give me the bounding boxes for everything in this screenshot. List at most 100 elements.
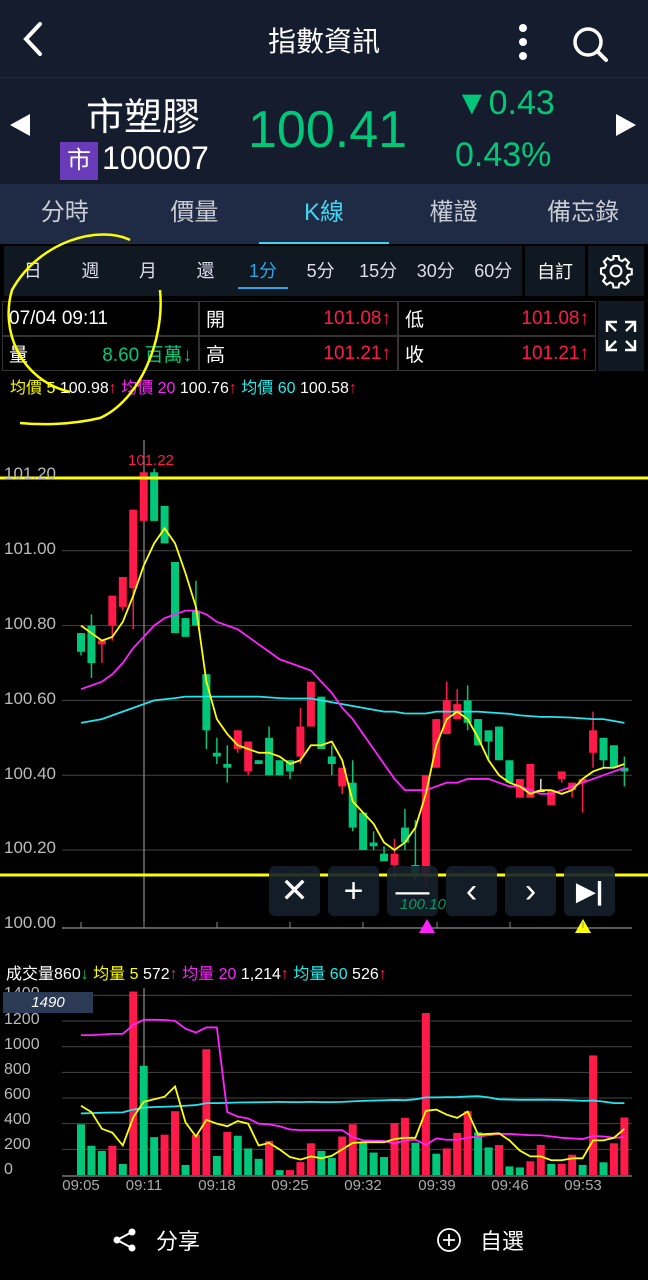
vma60-value: 526 [352, 966, 379, 983]
close-drawing-button[interactable]: ✕ [269, 866, 320, 916]
candle [160, 505, 169, 544]
zoom-in-button[interactable]: + [328, 866, 379, 916]
x-tick: 09:05 [62, 1177, 100, 1194]
vol-y-tick: 1000 [4, 1036, 40, 1053]
volume-bar [432, 1153, 441, 1175]
x-tick: 09:39 [418, 1177, 456, 1194]
volume-bar [369, 1152, 378, 1175]
candle [212, 752, 221, 757]
x-tick: 09:32 [344, 1177, 382, 1194]
candle [150, 472, 159, 521]
vol-y-tick: 600 [4, 1086, 31, 1103]
volume-bar [212, 1156, 221, 1175]
volume-bar [495, 1144, 503, 1175]
volume-bar [526, 1161, 535, 1175]
volume-bar [327, 1157, 336, 1175]
share-icon [113, 1228, 136, 1252]
candle [557, 771, 566, 779]
vol-y-tick: 800 [4, 1061, 31, 1078]
volume-bar [97, 1150, 106, 1175]
volume-bar [578, 1164, 587, 1175]
vma20-label: 均量 20 [182, 966, 237, 983]
y-tick: 100.60 [4, 689, 56, 708]
volume-bar [129, 991, 138, 1175]
x-tick: 09:46 [491, 1177, 529, 1194]
volume-bar [87, 1145, 96, 1175]
volume-bar [244, 1148, 253, 1175]
volume-bar [286, 1170, 294, 1175]
jump-latest-button[interactable]: ▶| [564, 866, 615, 916]
volume-bar [547, 1163, 556, 1175]
volume-bar [139, 1065, 148, 1175]
add-watchlist-button[interactable]: 自選 [436, 1222, 524, 1258]
candle [359, 812, 368, 850]
vol-y-tick: 1200 [4, 1011, 40, 1028]
candle [77, 633, 85, 652]
volume-bar [380, 1157, 389, 1175]
ma5-line [80, 526, 625, 852]
candle [369, 842, 378, 847]
volume-bar [599, 1162, 608, 1175]
volume-label: 成交量 [6, 966, 55, 983]
vma20-arrow: ↑ [280, 966, 289, 983]
volume-bar [223, 1131, 232, 1175]
volume-bar [233, 1135, 242, 1175]
candle [118, 576, 127, 607]
scroll-right-button[interactable]: › [505, 866, 556, 916]
vol-y-tick: 400 [4, 1111, 31, 1128]
candle [495, 726, 503, 761]
candle [181, 618, 190, 637]
volume-bar [150, 1137, 159, 1175]
y-tick: 101.20 [4, 464, 56, 483]
candle [390, 853, 399, 865]
x-tick: 09:25 [271, 1177, 309, 1194]
candle [265, 737, 274, 776]
hand-drawn-circle-annotation [7, 233, 162, 426]
share-button[interactable]: 分享 [112, 1222, 200, 1258]
low-price-label: 100.10 [400, 896, 446, 913]
volume-bar [484, 1147, 493, 1175]
volume-bar [171, 1111, 180, 1175]
x-tick: 09:11 [125, 1177, 163, 1194]
vol-y-tick: 0 [4, 1161, 13, 1178]
volume-bar [421, 1013, 430, 1175]
volume-ma-legend: 成交量860↓ 均量 5 572↑ 均量 20 1,214↑ 均量 60 526… [6, 960, 387, 984]
volume-bar [306, 1143, 315, 1175]
vma20-value: 1,214 [240, 966, 281, 983]
share-label: 分享 [156, 1229, 201, 1254]
y-tick: 100.40 [4, 764, 56, 783]
volume-bar [620, 1117, 629, 1175]
candle [380, 853, 389, 862]
volume-bar [609, 1143, 618, 1175]
scroll-left-button[interactable]: ‹ [446, 866, 497, 916]
volume-bar [160, 1134, 169, 1175]
candle [139, 472, 148, 521]
volume-bar [275, 1170, 284, 1175]
volume-bar [411, 1142, 420, 1175]
candle [505, 760, 514, 783]
candle [254, 760, 263, 764]
volume-bar [515, 1167, 524, 1175]
candle [589, 730, 598, 753]
volume-bar [202, 1049, 211, 1175]
x-tick: 09:18 [198, 1177, 236, 1194]
candlestick-chart[interactable] [0, 0, 648, 1280]
volume-bar [557, 1163, 566, 1175]
volume-bar [181, 1164, 190, 1175]
candle [108, 595, 117, 626]
candle [244, 741, 253, 772]
volume-arrow: ↓ [80, 966, 89, 983]
volume-bar [191, 1134, 200, 1175]
y-tick: 100.80 [4, 614, 56, 633]
volume-bar [505, 1166, 514, 1175]
volume-bar [442, 1148, 451, 1175]
vma5-value: 572 [142, 966, 170, 983]
volume-bar [338, 1136, 347, 1175]
y-tick: 101.00 [4, 539, 56, 558]
volume-bar [118, 1163, 127, 1175]
low-marker-icon [419, 919, 435, 933]
candle [317, 696, 326, 750]
vma60-label: 均量 60 [293, 966, 348, 983]
vma5-arrow: ↑ [169, 966, 178, 983]
candle [327, 756, 336, 764]
